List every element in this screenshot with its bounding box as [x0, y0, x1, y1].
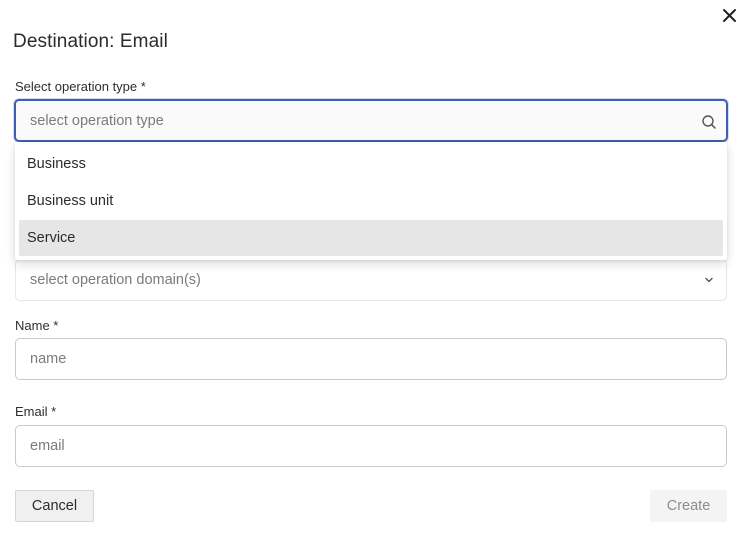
dropdown-option-label: Business unit [27, 193, 114, 209]
close-button[interactable] [719, 5, 741, 27]
operation-type-placeholder: select operation type [30, 113, 164, 129]
create-button[interactable]: Create [650, 490, 727, 522]
name-input[interactable]: name [15, 338, 727, 380]
operation-type-input[interactable]: select operation type [14, 99, 728, 142]
close-icon [723, 9, 736, 22]
email-placeholder: email [30, 438, 65, 454]
operation-type-dropdown: Business Business unit Service [15, 142, 727, 260]
search-icon [702, 115, 716, 129]
dropdown-option-business[interactable]: Business [19, 146, 723, 182]
dropdown-option-business-unit[interactable]: Business unit [19, 183, 723, 219]
dropdown-option-label: Business [27, 156, 86, 172]
dropdown-option-service[interactable]: Service [19, 220, 723, 256]
dialog-title: Destination: Email [13, 31, 168, 52]
operation-type-label: Select operation type * [15, 79, 146, 94]
dropdown-option-label: Service [27, 230, 76, 246]
cancel-button[interactable]: Cancel [15, 490, 94, 522]
email-label: Email * [15, 404, 57, 419]
chevron-down-icon [705, 277, 713, 283]
operation-domain-placeholder: select operation domain(s) [30, 272, 201, 288]
email-input[interactable]: email [15, 425, 727, 467]
name-placeholder: name [30, 351, 67, 367]
name-label: Name * [15, 318, 59, 333]
operation-domain-select[interactable]: select operation domain(s) [15, 259, 727, 301]
